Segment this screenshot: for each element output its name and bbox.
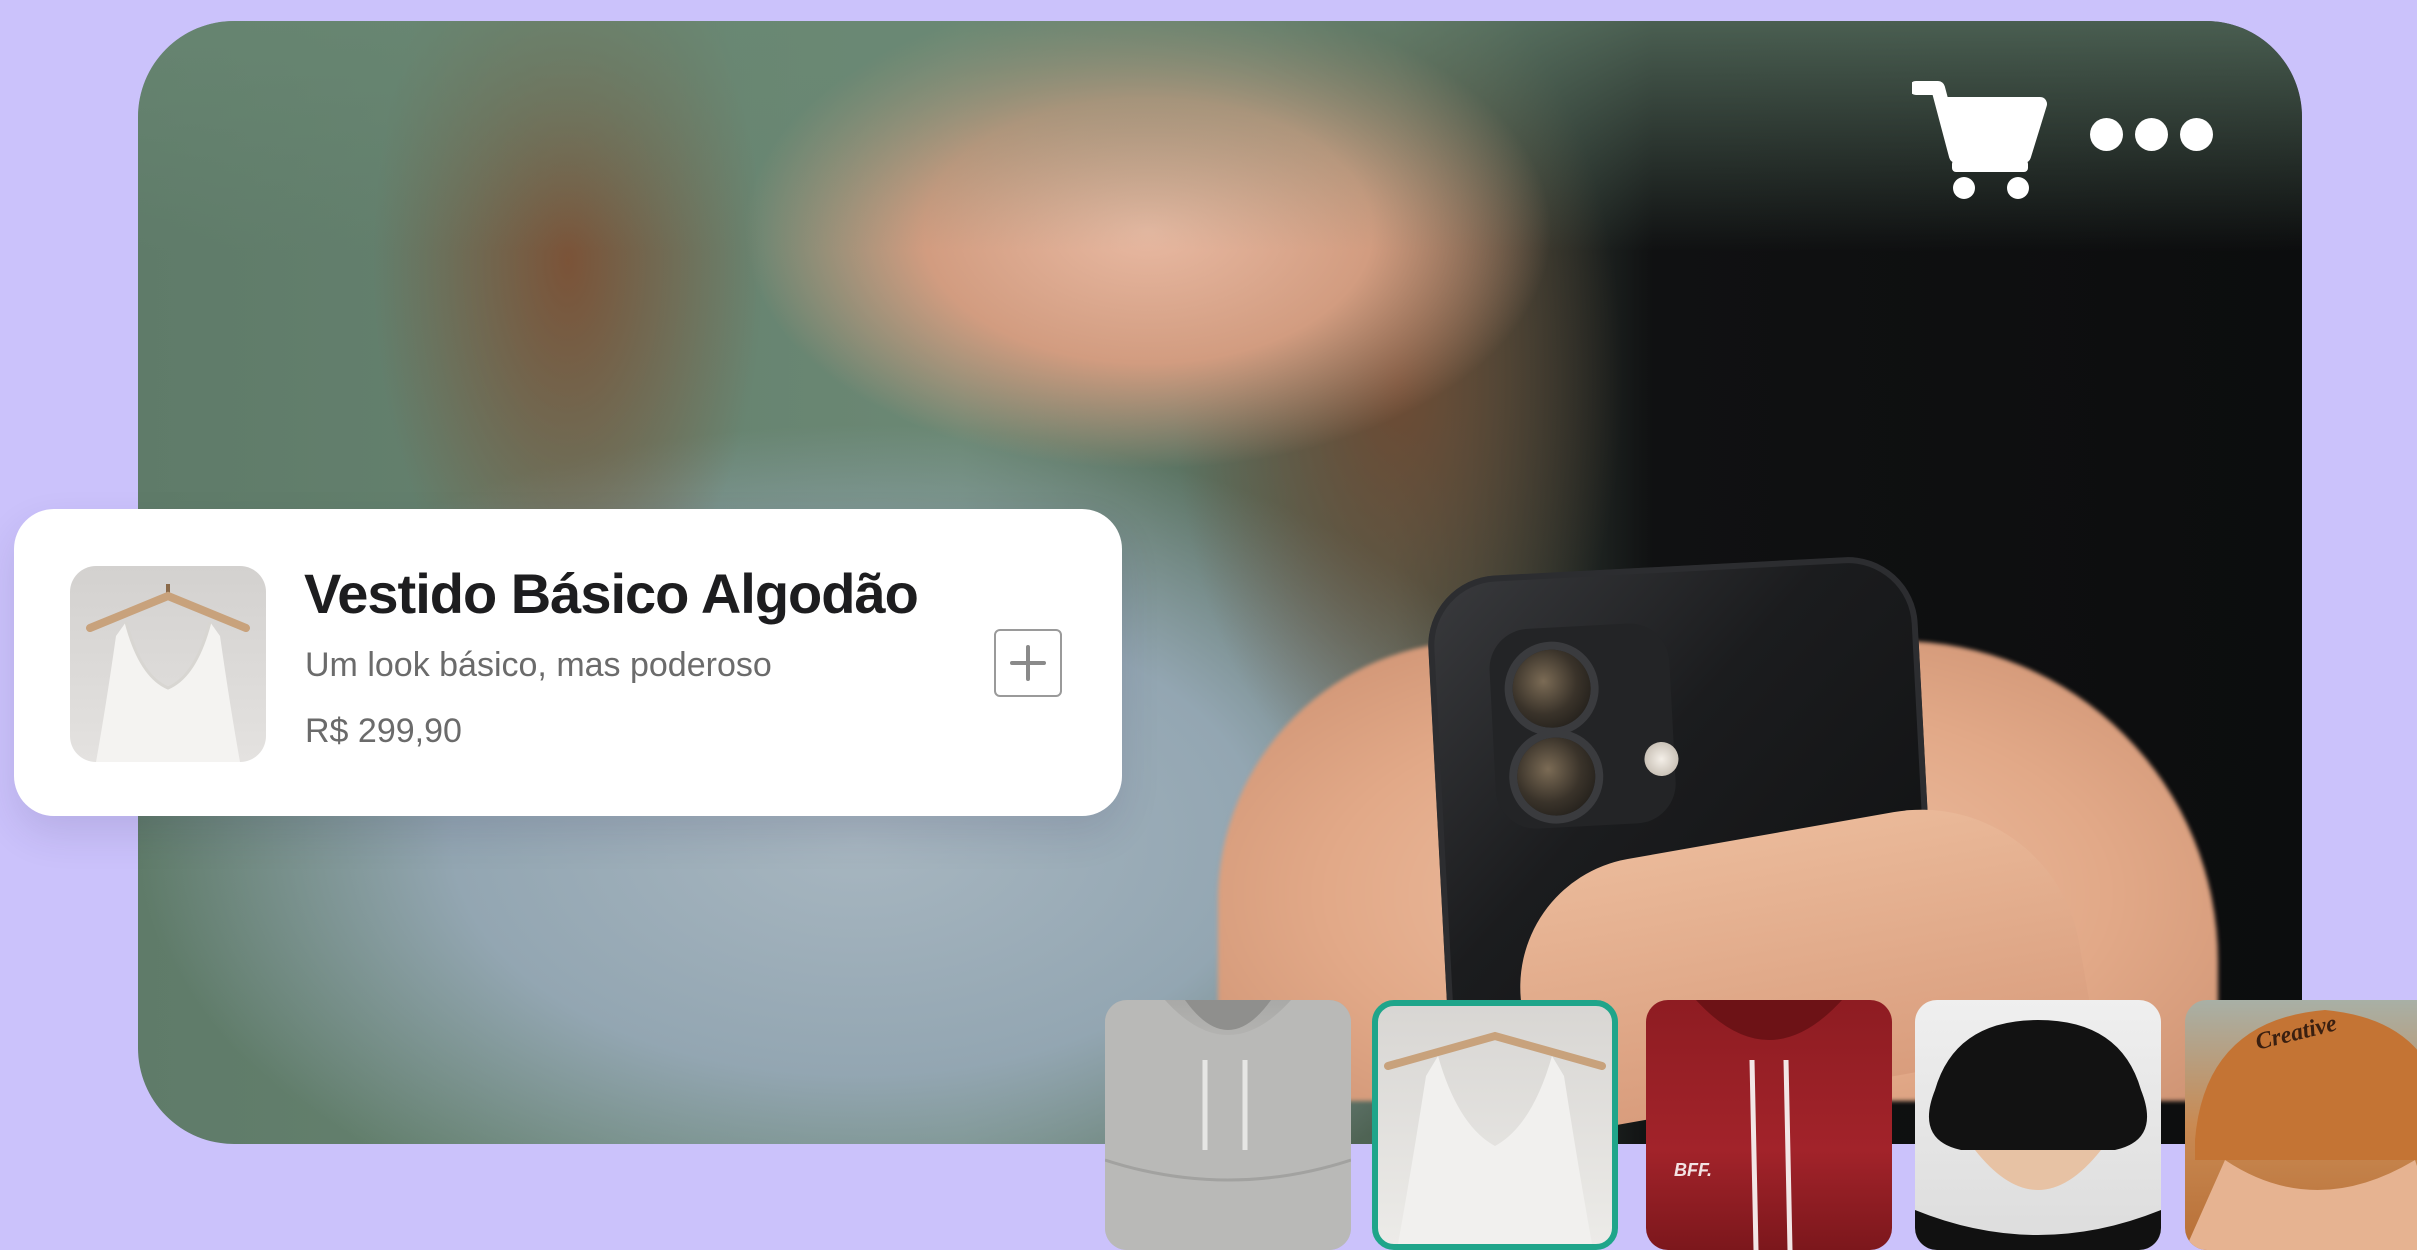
tank-dress-illustration: [86, 584, 250, 762]
product-image: [70, 566, 266, 762]
dot: [2090, 118, 2123, 151]
camera-module: [1487, 621, 1680, 831]
thumbnail-gray-hoodie[interactable]: [1105, 1000, 1351, 1250]
camera-flash: [1643, 741, 1680, 777]
add-to-cart-button[interactable]: [994, 629, 1062, 697]
product-price: R$ 299,90: [305, 712, 462, 750]
dot: [2180, 118, 2213, 151]
bucket-hat-illustration: [1915, 1020, 2161, 1250]
thumbnail-white-tank-dress[interactable]: [1372, 1000, 1618, 1250]
hoodie-illustration: [1696, 1000, 1842, 1250]
cart-icon[interactable]: [1912, 78, 2048, 200]
plus-icon: [1010, 645, 1046, 681]
tank-dress-illustration: [1384, 1031, 1606, 1244]
product-subtitle: Um look básico, mas poderoso: [305, 646, 772, 684]
thumbnail-orange-cap[interactable]: Creative: [2185, 1000, 2417, 1250]
dot: [2135, 118, 2168, 151]
product-title: Vestido Básico Algodão: [304, 562, 919, 625]
hoodie-print: BFF.: [1674, 1160, 1712, 1180]
product-card[interactable]: Vestido Básico Algodão Um look básico, m…: [14, 509, 1122, 816]
more-options-icon[interactable]: [2090, 118, 2214, 158]
hoodie-illustration: [1105, 1000, 1351, 1250]
thumbnail-red-hoodie[interactable]: BFF.: [1646, 1000, 1892, 1250]
camera-lens: [1510, 647, 1593, 730]
thumbnail-black-bucket-hat[interactable]: [1915, 1000, 2161, 1250]
camera-lens: [1515, 735, 1598, 818]
